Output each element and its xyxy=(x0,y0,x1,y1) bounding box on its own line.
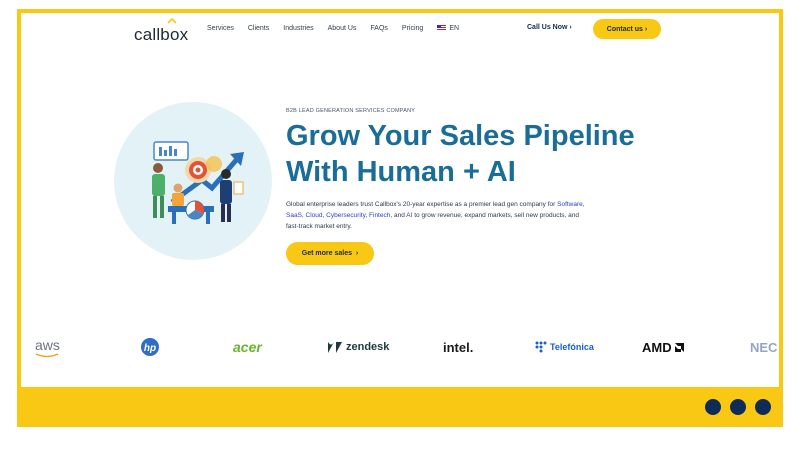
desc-text: , and xyxy=(390,212,407,219)
chevron-right-icon: › xyxy=(642,25,648,33)
hero-title: Grow Your Sales Pipeline With Human + AI xyxy=(286,118,726,190)
hero-description: Global enterprise leaders trust Callbox'… xyxy=(286,199,586,232)
main-nav: Services Clients Industries About Us FAQ… xyxy=(207,24,473,34)
aws-logo-text: aws xyxy=(35,336,60,353)
nav-item-industries[interactable]: Industries xyxy=(283,24,313,34)
zendesk-logo: zendesk xyxy=(327,331,389,363)
get-more-sales-label: Get more sales xyxy=(301,250,352,257)
zendesk-logo-text: zendesk xyxy=(346,341,390,353)
language-label: EN xyxy=(449,25,460,32)
webpage: callbox Services Clients Industries Abou… xyxy=(21,13,779,387)
amd-logo-text: AMD xyxy=(642,339,672,355)
industry-link-fintech[interactable]: Fintech xyxy=(369,212,390,219)
hero-title-line2: With Human + AI xyxy=(286,156,516,188)
client-logos-strip: aws hp acer zendesk intel. Telefónica AM… xyxy=(21,331,779,363)
nav-item-faqs[interactable]: FAQs xyxy=(370,24,388,34)
hero-illustration xyxy=(114,102,272,260)
chevron-right-icon: › xyxy=(351,250,359,257)
telefonica-logo: Telefónica xyxy=(535,331,594,363)
nav-item-clients[interactable]: Clients xyxy=(248,24,269,34)
contact-us-label: Contact us xyxy=(606,25,643,33)
industry-link-software[interactable]: Software xyxy=(557,201,583,208)
aws-logo: aws xyxy=(35,331,60,363)
carousel-dot[interactable] xyxy=(755,399,771,415)
desc-text: , xyxy=(582,201,585,208)
get-more-sales-button[interactable]: Get more sales › xyxy=(286,242,374,265)
amd-arrow-icon xyxy=(674,342,684,352)
carousel-dot[interactable] xyxy=(705,399,721,415)
carousel-dots xyxy=(705,399,771,415)
nav-item-pricing[interactable]: Pricing xyxy=(402,24,423,34)
zendesk-z-icon xyxy=(328,341,342,353)
nav-item-services[interactable]: Services xyxy=(207,24,234,34)
hero-eyebrow: B2B LEAD GENERATION SERVICES COMPANY xyxy=(286,108,416,114)
chevron-right-icon: › xyxy=(569,24,572,31)
acer-logo: acer xyxy=(233,339,262,355)
hp-logo-text: hp xyxy=(144,343,156,354)
hp-logo: hp xyxy=(140,331,160,363)
telefonica-dots-icon xyxy=(535,341,547,353)
aws-smile-icon xyxy=(36,352,59,357)
logo-text: callbox xyxy=(134,25,189,44)
us-flag-icon xyxy=(437,25,447,31)
amd-logo: AMD xyxy=(642,331,685,363)
contact-us-button[interactable]: Contact us › xyxy=(593,19,661,39)
call-us-label: Call Us Now xyxy=(527,24,568,31)
industry-link-saas[interactable]: SaaS xyxy=(286,212,302,219)
logo-hat-icon xyxy=(167,18,177,24)
industry-link-cloud[interactable]: Cloud xyxy=(306,212,323,219)
sales-team-illustration xyxy=(152,141,244,224)
industry-link-cybersecurity[interactable]: Cybersecurity xyxy=(326,212,365,219)
nav-item-about-us[interactable]: About Us xyxy=(328,24,357,34)
language-selector[interactable]: EN xyxy=(437,24,459,34)
carousel-dot[interactable] xyxy=(730,399,746,415)
nec-logo: NEC xyxy=(750,339,778,355)
call-us-link[interactable]: Call Us Now › xyxy=(527,24,572,31)
hero-title-line1: Grow Your Sales Pipeline xyxy=(286,120,635,152)
telefonica-logo-text: Telefónica xyxy=(550,342,594,352)
desc-text: Global enterprise leaders trust Callbox'… xyxy=(286,201,558,208)
intel-logo: intel. xyxy=(443,339,474,355)
callbox-logo[interactable]: callbox xyxy=(134,18,189,45)
hp-logo-mark: hp xyxy=(141,338,159,356)
